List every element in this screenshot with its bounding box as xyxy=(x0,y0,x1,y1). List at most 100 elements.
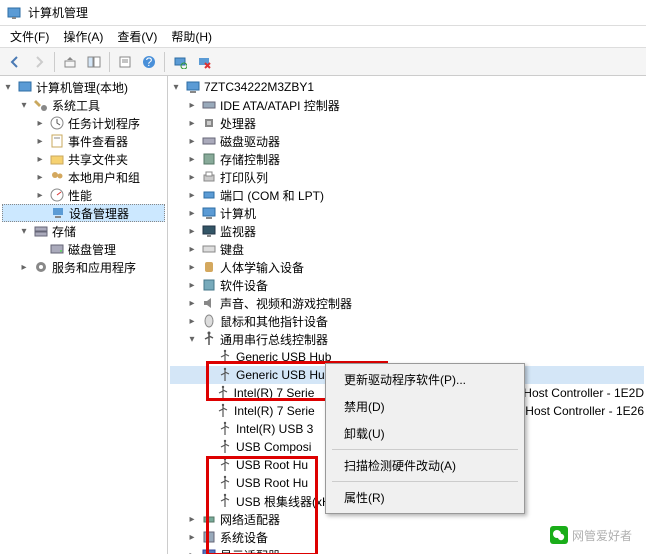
expander-icon[interactable]: ▸ xyxy=(186,532,198,543)
expander-icon[interactable]: ▸ xyxy=(34,136,46,147)
left-tree-item[interactable]: ▸性能 xyxy=(2,186,165,204)
tree-item-label: USB Composi xyxy=(236,440,311,454)
storctl-icon xyxy=(201,151,217,167)
expander-icon[interactable]: ▸ xyxy=(186,298,198,309)
forward-button[interactable] xyxy=(28,51,50,73)
tree-item-label: 通用串行总线控制器 xyxy=(220,331,328,348)
expander-icon[interactable]: ▾ xyxy=(18,100,30,111)
expander-icon[interactable]: ▸ xyxy=(186,100,198,111)
expander-icon[interactable]: ▾ xyxy=(2,82,14,93)
expander-icon[interactable]: ▾ xyxy=(186,334,198,345)
tree-item-label: 系统工具 xyxy=(52,97,100,114)
expander-icon[interactable]: ▸ xyxy=(186,280,198,291)
tree-item-label: 7ZTC34222M3ZBY1 xyxy=(204,80,314,94)
right-tree-item[interactable]: ▸ 键盘 xyxy=(170,240,644,258)
right-tree-item[interactable]: ▸IDE ATA/ATAPI 控制器 xyxy=(170,96,644,114)
back-button[interactable] xyxy=(4,51,26,73)
disk-icon xyxy=(49,241,65,257)
expander-icon[interactable]: ▸ xyxy=(186,208,198,219)
expander-icon[interactable]: ▾ xyxy=(170,82,182,93)
expander-icon[interactable]: ▸ xyxy=(186,514,198,525)
properties-button[interactable] xyxy=(114,51,136,73)
right-tree-item[interactable]: ▸磁盘驱动器 xyxy=(170,132,644,150)
usbdev-icon xyxy=(215,403,231,419)
left-tree-item[interactable]: ▾存储 xyxy=(2,222,165,240)
usbdev-icon xyxy=(217,439,233,455)
app-icon xyxy=(6,5,22,21)
right-tree-item[interactable]: ▾ 通用串行总线控制器 xyxy=(170,330,644,348)
right-tree-item[interactable]: ▸鼠标和其他指针设备 xyxy=(170,312,644,330)
right-tree-item[interactable]: ▸ 存储控制器 xyxy=(170,150,644,168)
mgmt-icon xyxy=(17,79,33,95)
uninstall-button[interactable] xyxy=(193,51,215,73)
expander-icon[interactable]: ▸ xyxy=(34,118,46,129)
right-tree-item[interactable]: ▸显示适配器 xyxy=(170,546,644,554)
left-tree-item[interactable]: ▸事件查看器 xyxy=(2,132,165,150)
expander-icon[interactable]: ▸ xyxy=(34,172,46,183)
help-button[interactable]: ? xyxy=(138,51,160,73)
left-tree-panel[interactable]: ▾计算机管理(本地)▾系统工具▸任务计划程序▸事件查看器▸共享文件夹▸本地用户和… xyxy=(0,76,168,554)
print-icon xyxy=(201,169,217,185)
expander-icon[interactable]: ▸ xyxy=(186,190,198,201)
left-tree-item[interactable]: 设备管理器 xyxy=(2,204,165,222)
left-tree-item[interactable]: ▸服务和应用程序 xyxy=(2,258,165,276)
left-tree-item[interactable]: ▸共享文件夹 xyxy=(2,150,165,168)
right-tree-item[interactable]: ▸ 人体学输入设备 xyxy=(170,258,644,276)
expander-icon[interactable]: ▸ xyxy=(186,118,198,129)
left-tree-item[interactable]: ▸ 任务计划程序 xyxy=(2,114,165,132)
tree-item-label: 任务计划程序 xyxy=(68,115,140,132)
expander-icon[interactable]: ▸ xyxy=(186,136,198,147)
expander-icon[interactable]: ▸ xyxy=(186,172,198,183)
tree-item-label: 键盘 xyxy=(220,241,244,258)
usbdev-icon xyxy=(217,349,233,365)
menu-action[interactable]: 操作(A) xyxy=(57,26,109,47)
expander-icon[interactable]: ▸ xyxy=(186,244,198,255)
expander-icon[interactable]: ▸ xyxy=(186,226,198,237)
tree-item-label: Generic USB Hub xyxy=(236,350,331,364)
expander-icon[interactable]: ▸ xyxy=(18,262,30,273)
right-tree-item[interactable]: ▾ 7ZTC34222M3ZBY1 xyxy=(170,78,644,96)
expander-icon[interactable]: ▸ xyxy=(186,154,198,165)
tree-item-label: 监视器 xyxy=(220,223,256,240)
left-tree-item[interactable]: ▾ 系统工具 xyxy=(2,96,165,114)
tree-item-label: 端口 (COM 和 LPT) xyxy=(220,187,324,204)
port-icon xyxy=(201,187,217,203)
expander-icon[interactable]: ▸ xyxy=(34,154,46,165)
right-tree-item[interactable]: ▸ 监视器 xyxy=(170,222,644,240)
right-tree-item[interactable]: ▸ 端口 (COM 和 LPT) xyxy=(170,186,644,204)
tree-item-tail: d Host Controller - 1E2D xyxy=(513,386,644,400)
expander-icon[interactable]: ▾ xyxy=(18,226,30,237)
show-hide-button[interactable] xyxy=(83,51,105,73)
services-icon xyxy=(33,259,49,275)
right-tree-item[interactable]: ▸ 处理器 xyxy=(170,114,644,132)
context-menu-item[interactable]: 属性(R) xyxy=(328,484,522,511)
right-tree-item[interactable]: ▸ 软件设备 xyxy=(170,276,644,294)
left-tree-item[interactable]: 磁盘管理 xyxy=(2,240,165,258)
menu-file[interactable]: 文件(F) xyxy=(4,26,55,47)
scan-button[interactable] xyxy=(169,51,191,73)
expander-icon[interactable]: ▸ xyxy=(186,316,198,327)
tree-item-label: 计算机 xyxy=(220,205,256,222)
expander-icon[interactable]: ▸ xyxy=(186,262,198,273)
tree-item-label: 软件设备 xyxy=(220,277,268,294)
expander-icon[interactable]: ▸ xyxy=(34,190,46,201)
context-menu-item[interactable]: 卸载(U) xyxy=(328,420,522,447)
tree-item-label: 处理器 xyxy=(220,115,256,132)
display-icon xyxy=(201,547,217,554)
context-menu-item[interactable]: 扫描检测硬件改动(A) xyxy=(328,452,522,479)
context-menu-item[interactable]: 禁用(D) xyxy=(328,393,522,420)
tree-item-label: 设备管理器 xyxy=(69,205,129,222)
menu-view[interactable]: 查看(V) xyxy=(111,26,163,47)
up-button[interactable] xyxy=(59,51,81,73)
right-tree-item[interactable]: ▸打印队列 xyxy=(170,168,644,186)
tree-item-label: 存储控制器 xyxy=(220,151,280,168)
right-tree-item[interactable]: ▸ 计算机 xyxy=(170,204,644,222)
expander-icon[interactable]: ▸ xyxy=(186,550,198,554)
menu-help[interactable]: 帮助(H) xyxy=(165,26,218,47)
context-menu-item[interactable]: 更新驱动程序软件(P)... xyxy=(328,366,522,393)
tree-item-label: 人体学输入设备 xyxy=(220,259,304,276)
right-tree-item[interactable]: ▸声音、视频和游戏控制器 xyxy=(170,294,644,312)
left-tree-item[interactable]: ▸本地用户和组 xyxy=(2,168,165,186)
left-tree-item[interactable]: ▾计算机管理(本地) xyxy=(2,78,165,96)
perf-icon xyxy=(49,187,65,203)
